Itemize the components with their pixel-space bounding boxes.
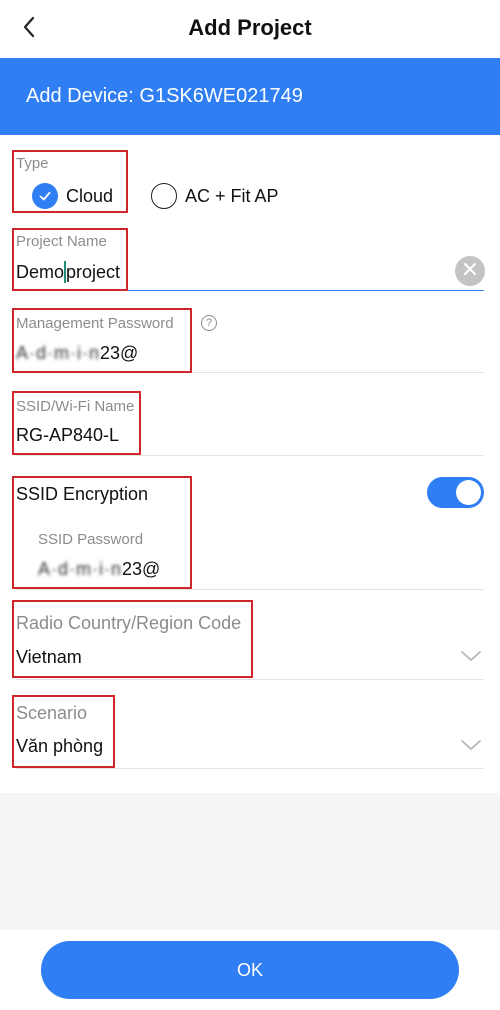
ssid-password-underline: [16, 589, 484, 590]
page-title: Add Project: [188, 15, 312, 40]
management-password-input[interactable]: A·d·m·i·n23@: [16, 343, 138, 364]
clear-input-button[interactable]: [455, 256, 485, 286]
type-option-cloud-label: Cloud: [66, 185, 114, 206]
footer-bar: OK: [0, 930, 500, 1010]
ssid-encryption-label: SSID Encryption: [16, 484, 149, 504]
ssid-input[interactable]: RG-AP840-L: [16, 425, 119, 446]
type-option-ac-fit-ap-label: AC + Fit AP: [185, 185, 279, 206]
country-underline: [16, 679, 484, 680]
project-name-underline: [16, 290, 484, 291]
ssid-password-input[interactable]: A·d·m·i·n23@: [38, 559, 160, 580]
management-password-label: Management Password: [16, 315, 174, 332]
project-name-text-after: project: [66, 261, 121, 282]
project-name-text-before: Demo: [16, 261, 65, 282]
scenario-label: Scenario: [16, 703, 88, 723]
toggle-knob: [456, 480, 481, 505]
scenario-underline: [16, 768, 484, 769]
type-option-cloud[interactable]: Cloud: [32, 183, 113, 209]
ssid-underline: [16, 455, 484, 456]
radio-checked-icon: [32, 183, 58, 209]
password-obscured-text: A·d·m·i·n: [16, 343, 100, 363]
project-form: Type Cloud AC + Fit AP Project Name Demo…: [0, 135, 500, 793]
device-banner: Add Device: G1SK6WE021749: [0, 58, 500, 135]
ssid-encryption-toggle[interactable]: [427, 477, 484, 508]
country-select[interactable]: Vietnam: [16, 647, 82, 668]
management-password-underline: [16, 372, 484, 373]
top-bar: Add Project: [0, 0, 500, 58]
project-name-label: Project Name: [16, 233, 107, 250]
scenario-select[interactable]: Văn phòng: [16, 736, 103, 757]
device-banner-text: Add Device: G1SK6WE021749: [26, 85, 303, 107]
chevron-down-icon[interactable]: [460, 649, 482, 663]
radio-unchecked-icon: [151, 183, 177, 209]
country-label: Radio Country/Region Code: [16, 613, 242, 633]
question-circle-icon[interactable]: ?: [201, 315, 217, 331]
type-option-ac-fit-ap[interactable]: AC + Fit AP: [151, 183, 279, 209]
ssid-label: SSID/Wi-Fi Name: [16, 398, 135, 415]
ssid-password-obscured-text: A·d·m·i·n: [38, 559, 122, 579]
password-visible-text: 23@: [100, 343, 139, 363]
project-name-input[interactable]: Demo project: [16, 260, 120, 284]
chevron-down-icon[interactable]: [460, 738, 482, 752]
type-label: Type: [16, 155, 49, 172]
close-icon: [462, 261, 478, 282]
ok-button[interactable]: OK: [41, 941, 459, 999]
ssid-password-visible-text: 23@: [122, 559, 161, 579]
ssid-password-label: SSID Password: [38, 531, 144, 548]
